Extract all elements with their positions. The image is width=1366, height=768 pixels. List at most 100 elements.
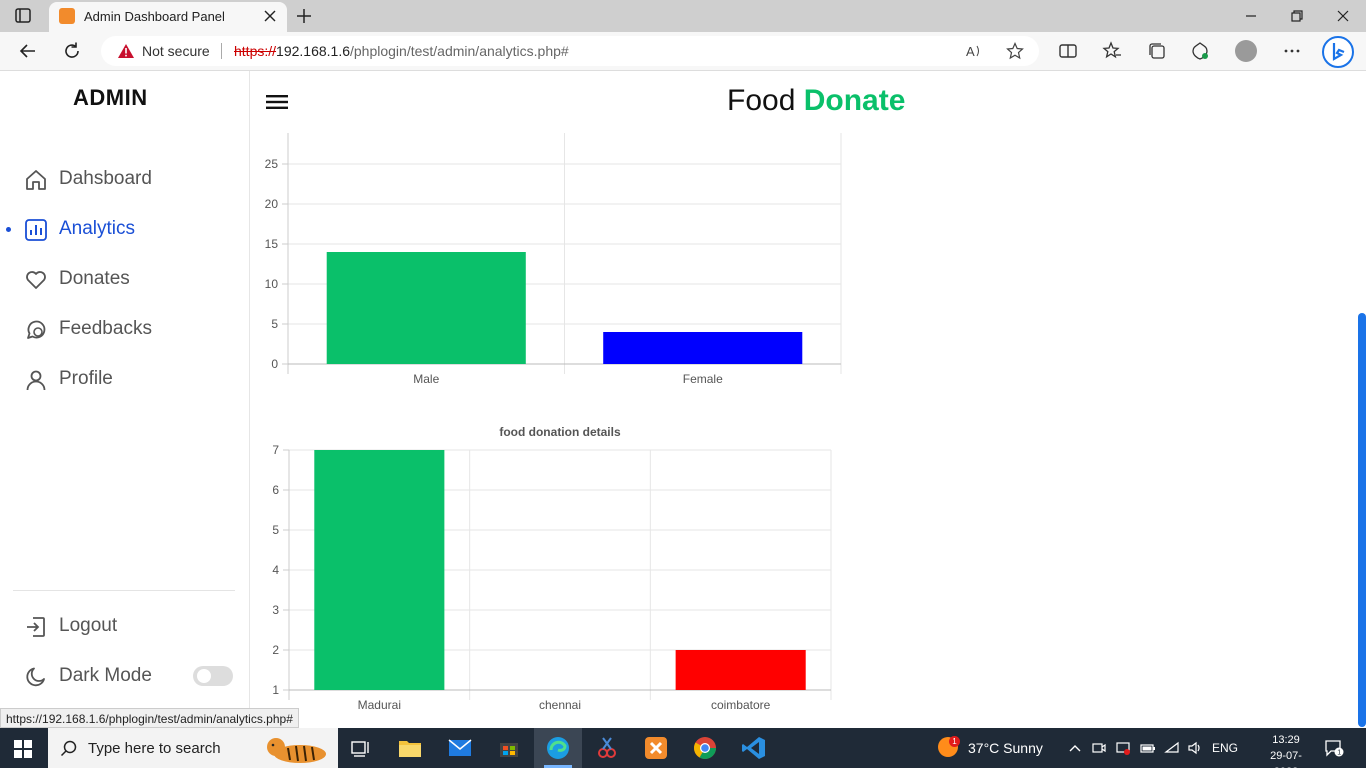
sidebar-item-label: Profile — [59, 368, 113, 389]
y-tick-label: 2 — [272, 643, 279, 657]
y-tick-label: 5 — [272, 523, 279, 537]
sidebar-item-analytics[interactable]: Analytics — [24, 215, 234, 245]
menu-toggle-icon[interactable] — [266, 95, 288, 109]
browser-essentials-icon[interactable] — [1190, 41, 1210, 61]
profile-avatar[interactable] — [1235, 40, 1257, 62]
sidebar: ADMIN Dahsboard Analytics Donates Feedba… — [0, 71, 250, 728]
search-highlight-tiger-icon — [267, 738, 326, 763]
donation-city-bar-chart: food donation details 1 2 3 4 5 6 7 Madurai chenn… — [272, 425, 832, 712]
new-tab-icon[interactable] — [294, 6, 314, 26]
volume-icon[interactable] — [1187, 740, 1203, 756]
snipping-tool-icon[interactable] — [594, 735, 620, 761]
more-options-icon[interactable] — [1282, 41, 1302, 61]
svg-text:A: A — [966, 44, 975, 59]
y-tick-label: 1 — [272, 683, 279, 697]
read-aloud-icon[interactable]: A — [965, 42, 983, 60]
site-title: Food Donate — [727, 84, 905, 118]
search-placeholder: Type here to search — [88, 740, 221, 757]
split-screen-icon[interactable] — [1058, 41, 1078, 61]
sidebar-item-profile[interactable]: Profile — [24, 365, 234, 395]
language-indicator[interactable]: ENG — [1212, 741, 1238, 755]
site-title-main: Food — [727, 84, 796, 117]
close-tab-icon[interactable] — [261, 7, 279, 25]
active-indicator — [6, 227, 11, 232]
windows-start-icon[interactable] — [14, 740, 32, 758]
browser-tab[interactable]: Admin Dashboard Panel — [49, 2, 287, 32]
bar-coimbatore[interactable] — [675, 650, 806, 690]
x-tick-label: Female — [683, 372, 723, 386]
y-tick-label: 5 — [271, 317, 278, 331]
gender-bar-chart: 0 5 10 15 20 25 Male Female — [265, 133, 842, 386]
refresh-icon[interactable] — [61, 40, 83, 62]
logout-icon — [27, 617, 45, 637]
warning-icon[interactable] — [117, 43, 135, 59]
x-tick-label: chennai — [539, 698, 581, 712]
tab-title: Admin Dashboard Panel — [84, 9, 225, 24]
y-tick-label: 15 — [265, 237, 279, 251]
chrome-icon[interactable] — [692, 735, 718, 761]
sidebar-item-feedbacks[interactable]: Feedbacks — [24, 315, 234, 345]
page-scrollbar[interactable] — [1358, 313, 1366, 727]
sidebar-item-dashboard[interactable]: Dahsboard — [24, 165, 234, 195]
security-label[interactable]: Not secure — [142, 43, 210, 59]
browser-tab-strip: Admin Dashboard Panel — [0, 0, 1366, 32]
chart-title: food donation details — [499, 425, 621, 439]
y-tick-label: 20 — [265, 197, 279, 211]
favorites-icon[interactable] — [1102, 41, 1122, 61]
url-text[interactable]: https://192.168.1.6/phplogin/test/admin/… — [234, 43, 569, 59]
y-tick-label: 4 — [272, 563, 279, 577]
url-scheme: https:// — [234, 43, 277, 59]
notification-icon[interactable]: 1 — [1324, 739, 1344, 757]
minimize-icon[interactable] — [1243, 8, 1259, 24]
bar-female[interactable] — [603, 332, 803, 364]
search-icon — [60, 740, 77, 757]
taskbar-clock[interactable]: 13:29 29-07-2023 — [1258, 732, 1314, 768]
y-tick-label: 0 — [271, 357, 278, 371]
taskbar-search[interactable]: Type here to search — [48, 728, 338, 768]
sidebar-item-donates[interactable]: Donates — [24, 265, 234, 295]
bing-copilot-icon[interactable] — [1322, 36, 1354, 68]
file-explorer-icon[interactable] — [397, 735, 423, 761]
logout-label: Logout — [59, 615, 118, 636]
close-window-icon[interactable] — [1335, 8, 1351, 24]
microsoft-store-icon[interactable] — [496, 735, 522, 761]
url-path: /phplogin/test/admin/analytics.php# — [350, 43, 569, 59]
restore-icon[interactable] — [1289, 8, 1305, 24]
screen-record-icon[interactable] — [1115, 740, 1131, 756]
logout-button[interactable]: Logout — [24, 612, 234, 642]
address-bar[interactable]: Not secure https://192.168.1.6/phplogin/… — [101, 36, 1039, 66]
home-icon — [26, 170, 46, 190]
sidebar-item-label: Analytics — [59, 218, 136, 239]
collections-icon[interactable] — [1147, 41, 1167, 61]
battery-icon[interactable] — [1140, 740, 1156, 756]
xampp-favicon-icon — [59, 8, 75, 24]
mail-icon[interactable] — [447, 735, 473, 761]
edge-browser-icon[interactable] — [545, 735, 571, 761]
x-tick-label: coimbatore — [711, 698, 771, 712]
y-tick-label: 25 — [265, 157, 279, 171]
back-icon[interactable] — [17, 40, 39, 62]
weather-text[interactable]: 37°C Sunny — [968, 740, 1043, 756]
sidebar-item-label: Feedbacks — [59, 318, 152, 339]
toggle-knob — [197, 669, 211, 683]
dark-mode-toggle[interactable] — [193, 666, 233, 686]
y-tick-label: 7 — [272, 443, 279, 457]
xampp-icon[interactable] — [643, 735, 669, 761]
favorite-star-icon[interactable] — [1006, 42, 1024, 60]
wifi-icon[interactable] — [1164, 740, 1180, 756]
weather-badge: 1 — [949, 736, 960, 747]
url-divider — [221, 43, 222, 59]
vscode-icon[interactable] — [741, 735, 767, 761]
url-host: 192.168.1.6 — [276, 43, 350, 59]
task-view-icon[interactable] — [348, 735, 374, 761]
bar-madurai[interactable] — [314, 450, 445, 690]
sidebar-item-label: Donates — [59, 268, 130, 289]
meet-now-icon[interactable] — [1091, 740, 1107, 756]
show-hidden-icons-icon[interactable] — [1067, 740, 1083, 756]
bar-male[interactable] — [326, 252, 526, 364]
tab-actions-icon[interactable] — [12, 7, 34, 25]
page-content: ADMIN Dahsboard Analytics Donates Feedba… — [0, 71, 1366, 728]
windows-taskbar: Type here to search 1 37°C Sunny ENG 13:… — [0, 728, 1366, 768]
clock-date: 29-07-2023 — [1270, 750, 1302, 768]
sidebar-item-label: Dahsboard — [59, 168, 152, 189]
